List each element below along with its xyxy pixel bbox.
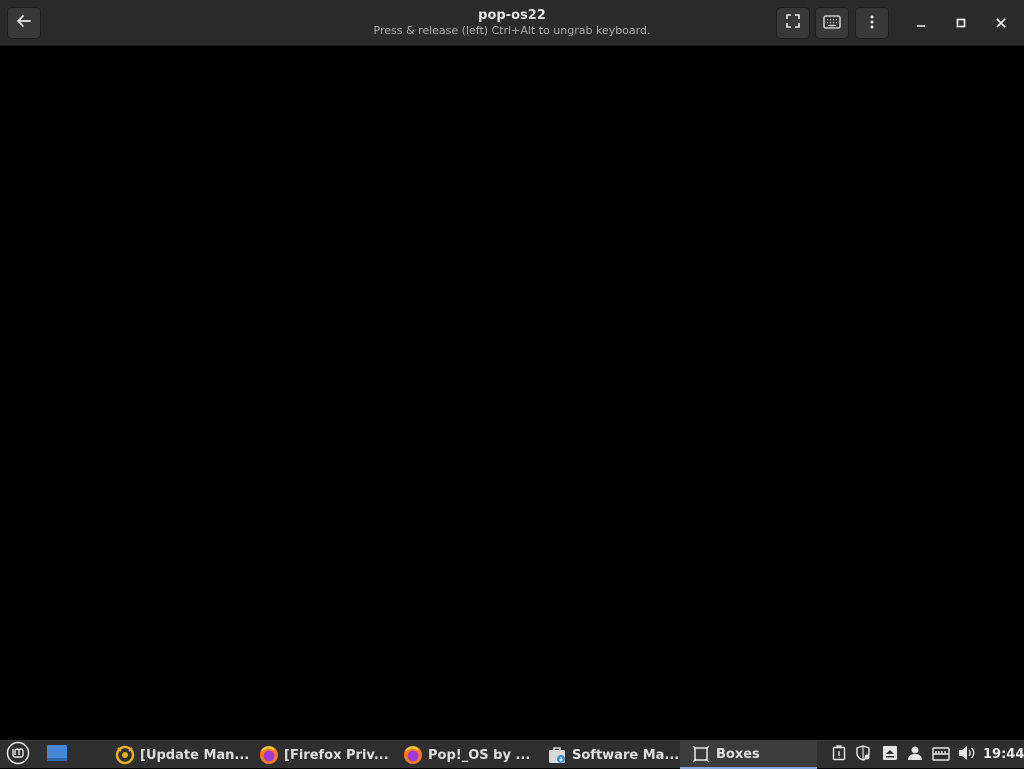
task-label: [Update Man... <box>140 747 248 763</box>
firefox-icon <box>402 744 424 766</box>
network-tray-button[interactable] <box>931 745 951 765</box>
update-manager-icon <box>114 744 136 766</box>
window-title: pop-os22 <box>478 8 546 23</box>
eject-icon <box>882 745 898 765</box>
start-menu-button[interactable] <box>4 741 32 769</box>
menu-button[interactable] <box>855 7 889 39</box>
keyboard-button[interactable] <box>815 7 849 39</box>
user-tray-button[interactable] <box>905 745 925 765</box>
task-label: [Firefox Priv... <box>284 747 389 763</box>
task-label: Software Ma... <box>572 747 680 763</box>
user-icon <box>908 745 922 765</box>
window-subtitle: Press & release (left) Ctrl+Alt to ungra… <box>373 24 651 37</box>
vertical-dots-icon <box>870 14 874 33</box>
fullscreen-button[interactable] <box>776 7 810 39</box>
task-label: Boxes <box>716 746 760 762</box>
network-icon <box>932 746 950 765</box>
firefox-icon <box>258 744 280 766</box>
window-title-area: pop-os22 Press & release (left) Ctrl+Alt… <box>312 8 712 38</box>
volume-icon <box>958 745 976 765</box>
close-icon <box>995 14 1007 33</box>
maximize-icon <box>955 14 967 33</box>
maximize-button[interactable] <box>946 8 976 38</box>
keyboard-icon <box>823 14 841 33</box>
clock[interactable]: 19:44 <box>983 741 1024 769</box>
taskbar-item-boxes[interactable]: Boxes <box>680 741 817 769</box>
minimize-icon <box>915 14 927 33</box>
taskbar: [Update Man... [Firefox Priv... Pop!_OS … <box>0 740 1024 769</box>
desktop-icon <box>46 744 68 766</box>
volume-tray-button[interactable] <box>957 745 977 765</box>
taskbar-item-pop-os[interactable]: Pop!_OS by ... <box>402 741 536 769</box>
show-desktop-button[interactable] <box>44 743 70 767</box>
fullscreen-icon <box>785 13 801 33</box>
shield-icon <box>855 745 871 765</box>
clipboard-icon <box>832 745 846 765</box>
close-button[interactable] <box>986 8 1016 38</box>
linux-mint-menu-icon <box>6 741 30 769</box>
task-label: Pop!_OS by ... <box>428 747 531 763</box>
taskbar-item-update-manager[interactable]: [Update Man... <box>114 741 248 769</box>
removable-drives-tray-button[interactable] <box>880 745 900 765</box>
minimize-button[interactable] <box>906 8 936 38</box>
header-bar: pop-os22 Press & release (left) Ctrl+Alt… <box>0 0 1024 46</box>
back-button[interactable] <box>7 7 41 39</box>
taskbar-item-firefox-private[interactable]: [Firefox Priv... <box>258 741 392 769</box>
security-tray-button[interactable] <box>853 745 873 765</box>
boxes-icon <box>690 743 712 765</box>
software-manager-icon <box>546 744 568 766</box>
vm-display[interactable] <box>0 47 1024 739</box>
arrow-left-icon <box>16 13 32 33</box>
taskbar-item-software-manager[interactable]: Software Ma... <box>546 741 680 769</box>
clipboard-tray-button[interactable] <box>829 745 849 765</box>
